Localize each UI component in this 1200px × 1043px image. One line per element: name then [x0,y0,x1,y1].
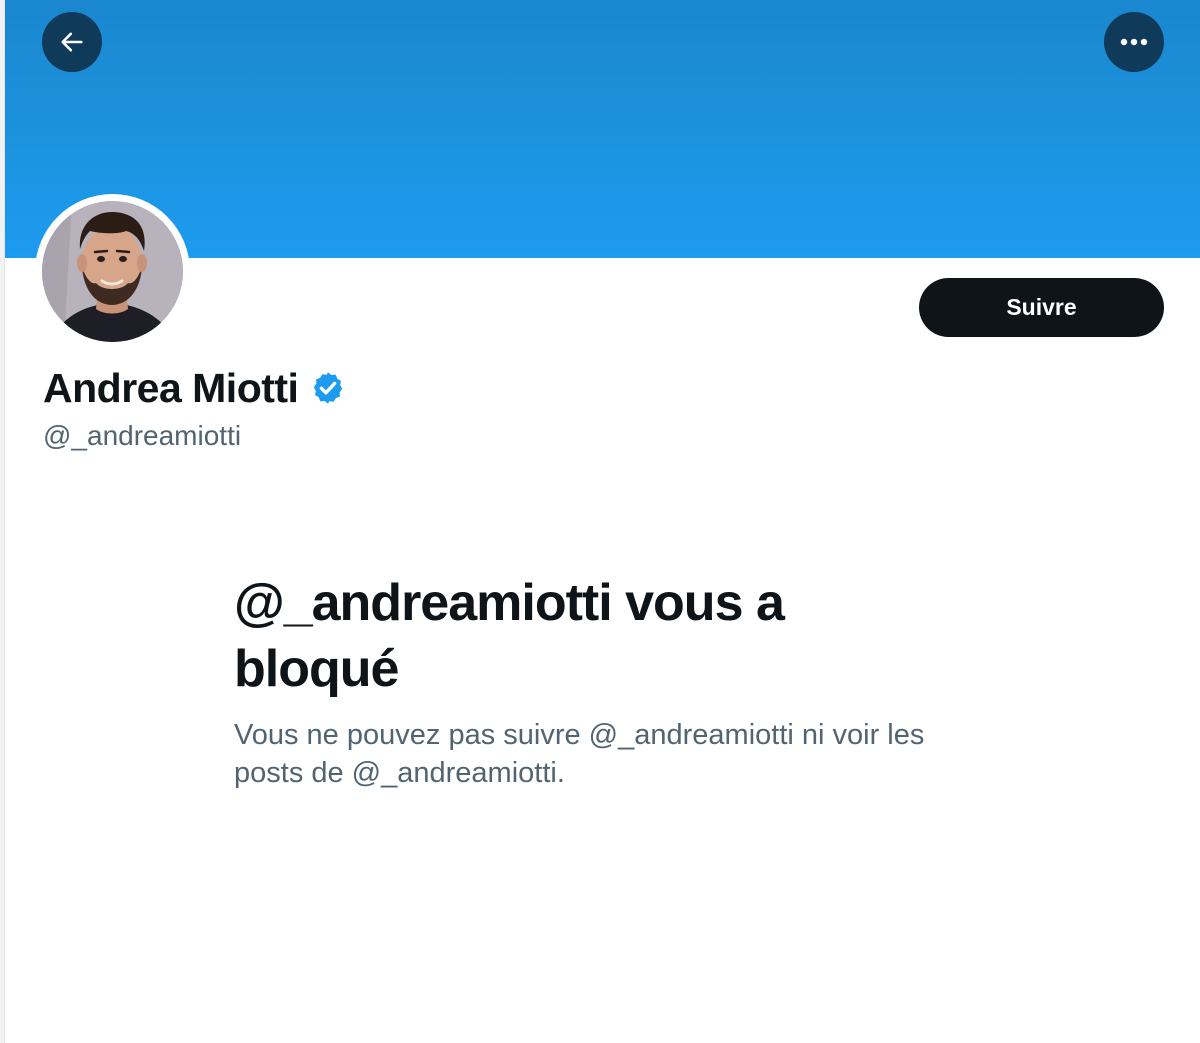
more-horizontal-icon [1120,38,1148,46]
verified-badge-icon[interactable] [310,370,346,406]
arrow-left-icon [61,32,83,52]
avatar-photo [42,201,183,342]
name-row: Andrea Miotti [43,364,346,412]
profile-page: Suivre Andrea Miotti @_andreamiotti @_an… [0,0,1200,1043]
back-button[interactable] [42,12,102,72]
display-name: Andrea Miotti [43,365,299,411]
profile-banner [5,0,1200,258]
blocked-description: Vous ne pouvez pas suivre @_andreamiotti… [234,719,925,789]
profile-handle: @_andreamiotti [43,420,242,451]
more-options-button[interactable] [1104,12,1164,72]
avatar[interactable] [42,201,183,342]
blocked-title: @_andreamiotti vous a bloqué [234,574,785,698]
follow-button[interactable]: Suivre [919,278,1164,337]
